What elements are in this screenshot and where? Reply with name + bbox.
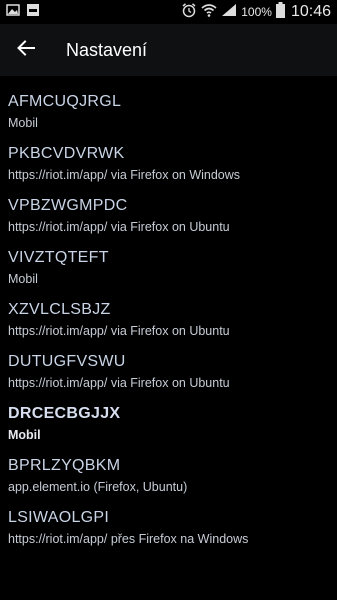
session-name: AFMCUQJRGL: [8, 93, 122, 110]
session-name: VPBZWGMPDC: [8, 197, 128, 214]
clock: 10:46: [290, 3, 331, 20]
session-name: LSIWAOLGPI: [8, 509, 110, 526]
session-description: https://riot.im/app/ via Firefox on Ubun…: [8, 220, 230, 234]
session-name: DRCECBGJJX: [8, 405, 121, 422]
session-description: Mobil: [8, 428, 41, 442]
session-name: VIVZTQTEFT: [8, 249, 109, 266]
session-description: https://riot.im/app/ přes Firefox na Win…: [8, 532, 249, 546]
session-description: app.element.io (Firefox, Ubuntu): [8, 480, 188, 494]
alarm-icon: [181, 2, 197, 23]
session-description: https://riot.im/app/ via Firefox on Ubun…: [8, 376, 230, 390]
session-item[interactable]: LSIWAOLGPI https://riot.im/app/ přes Fir…: [0, 500, 337, 552]
session-item[interactable]: VIVZTQTEFT Mobil: [0, 240, 337, 292]
battery-icon: [275, 1, 285, 23]
back-button[interactable]: [0, 24, 52, 76]
session-item[interactable]: AFMCUQJRGL Mobil: [0, 84, 337, 136]
signal-icon: [221, 3, 237, 22]
session-item[interactable]: VPBZWGMPDC https://riot.im/app/ via Fire…: [0, 188, 337, 240]
session-description: Mobil: [8, 116, 38, 130]
image-icon: [6, 3, 20, 22]
battery-percentage: 100%: [241, 5, 272, 19]
session-name: PKBCVDVRWK: [8, 145, 125, 162]
session-item[interactable]: DUTUGFVSWU https://riot.im/app/ via Fire…: [0, 344, 337, 396]
session-item[interactable]: PKBCVDVRWK https://riot.im/app/ via Fire…: [0, 136, 337, 188]
session-item[interactable]: XZVLCLSBJZ https://riot.im/app/ via Fire…: [0, 292, 337, 344]
notification-icon: [26, 3, 40, 22]
app-bar: Nastavení: [0, 24, 337, 76]
session-name: DUTUGFVSWU: [8, 353, 126, 370]
session-name: XZVLCLSBJZ: [8, 301, 111, 318]
status-bar: 100% 10:46: [0, 0, 337, 24]
session-description: https://riot.im/app/ via Firefox on Ubun…: [8, 324, 230, 338]
session-description: https://riot.im/app/ via Firefox on Wind…: [8, 168, 241, 182]
session-item-current[interactable]: DRCECBGJJX Mobil: [0, 396, 337, 448]
wifi-icon: [201, 2, 217, 23]
session-list: AFMCUQJRGL Mobil PKBCVDVRWK https://riot…: [0, 76, 337, 552]
page-title: Nastavení: [66, 39, 148, 60]
arrow-left-icon: [17, 39, 35, 62]
session-item[interactable]: BPRLZYQBKM app.element.io (Firefox, Ubun…: [0, 448, 337, 500]
session-description: Mobil: [8, 272, 38, 286]
session-name: BPRLZYQBKM: [8, 457, 121, 474]
